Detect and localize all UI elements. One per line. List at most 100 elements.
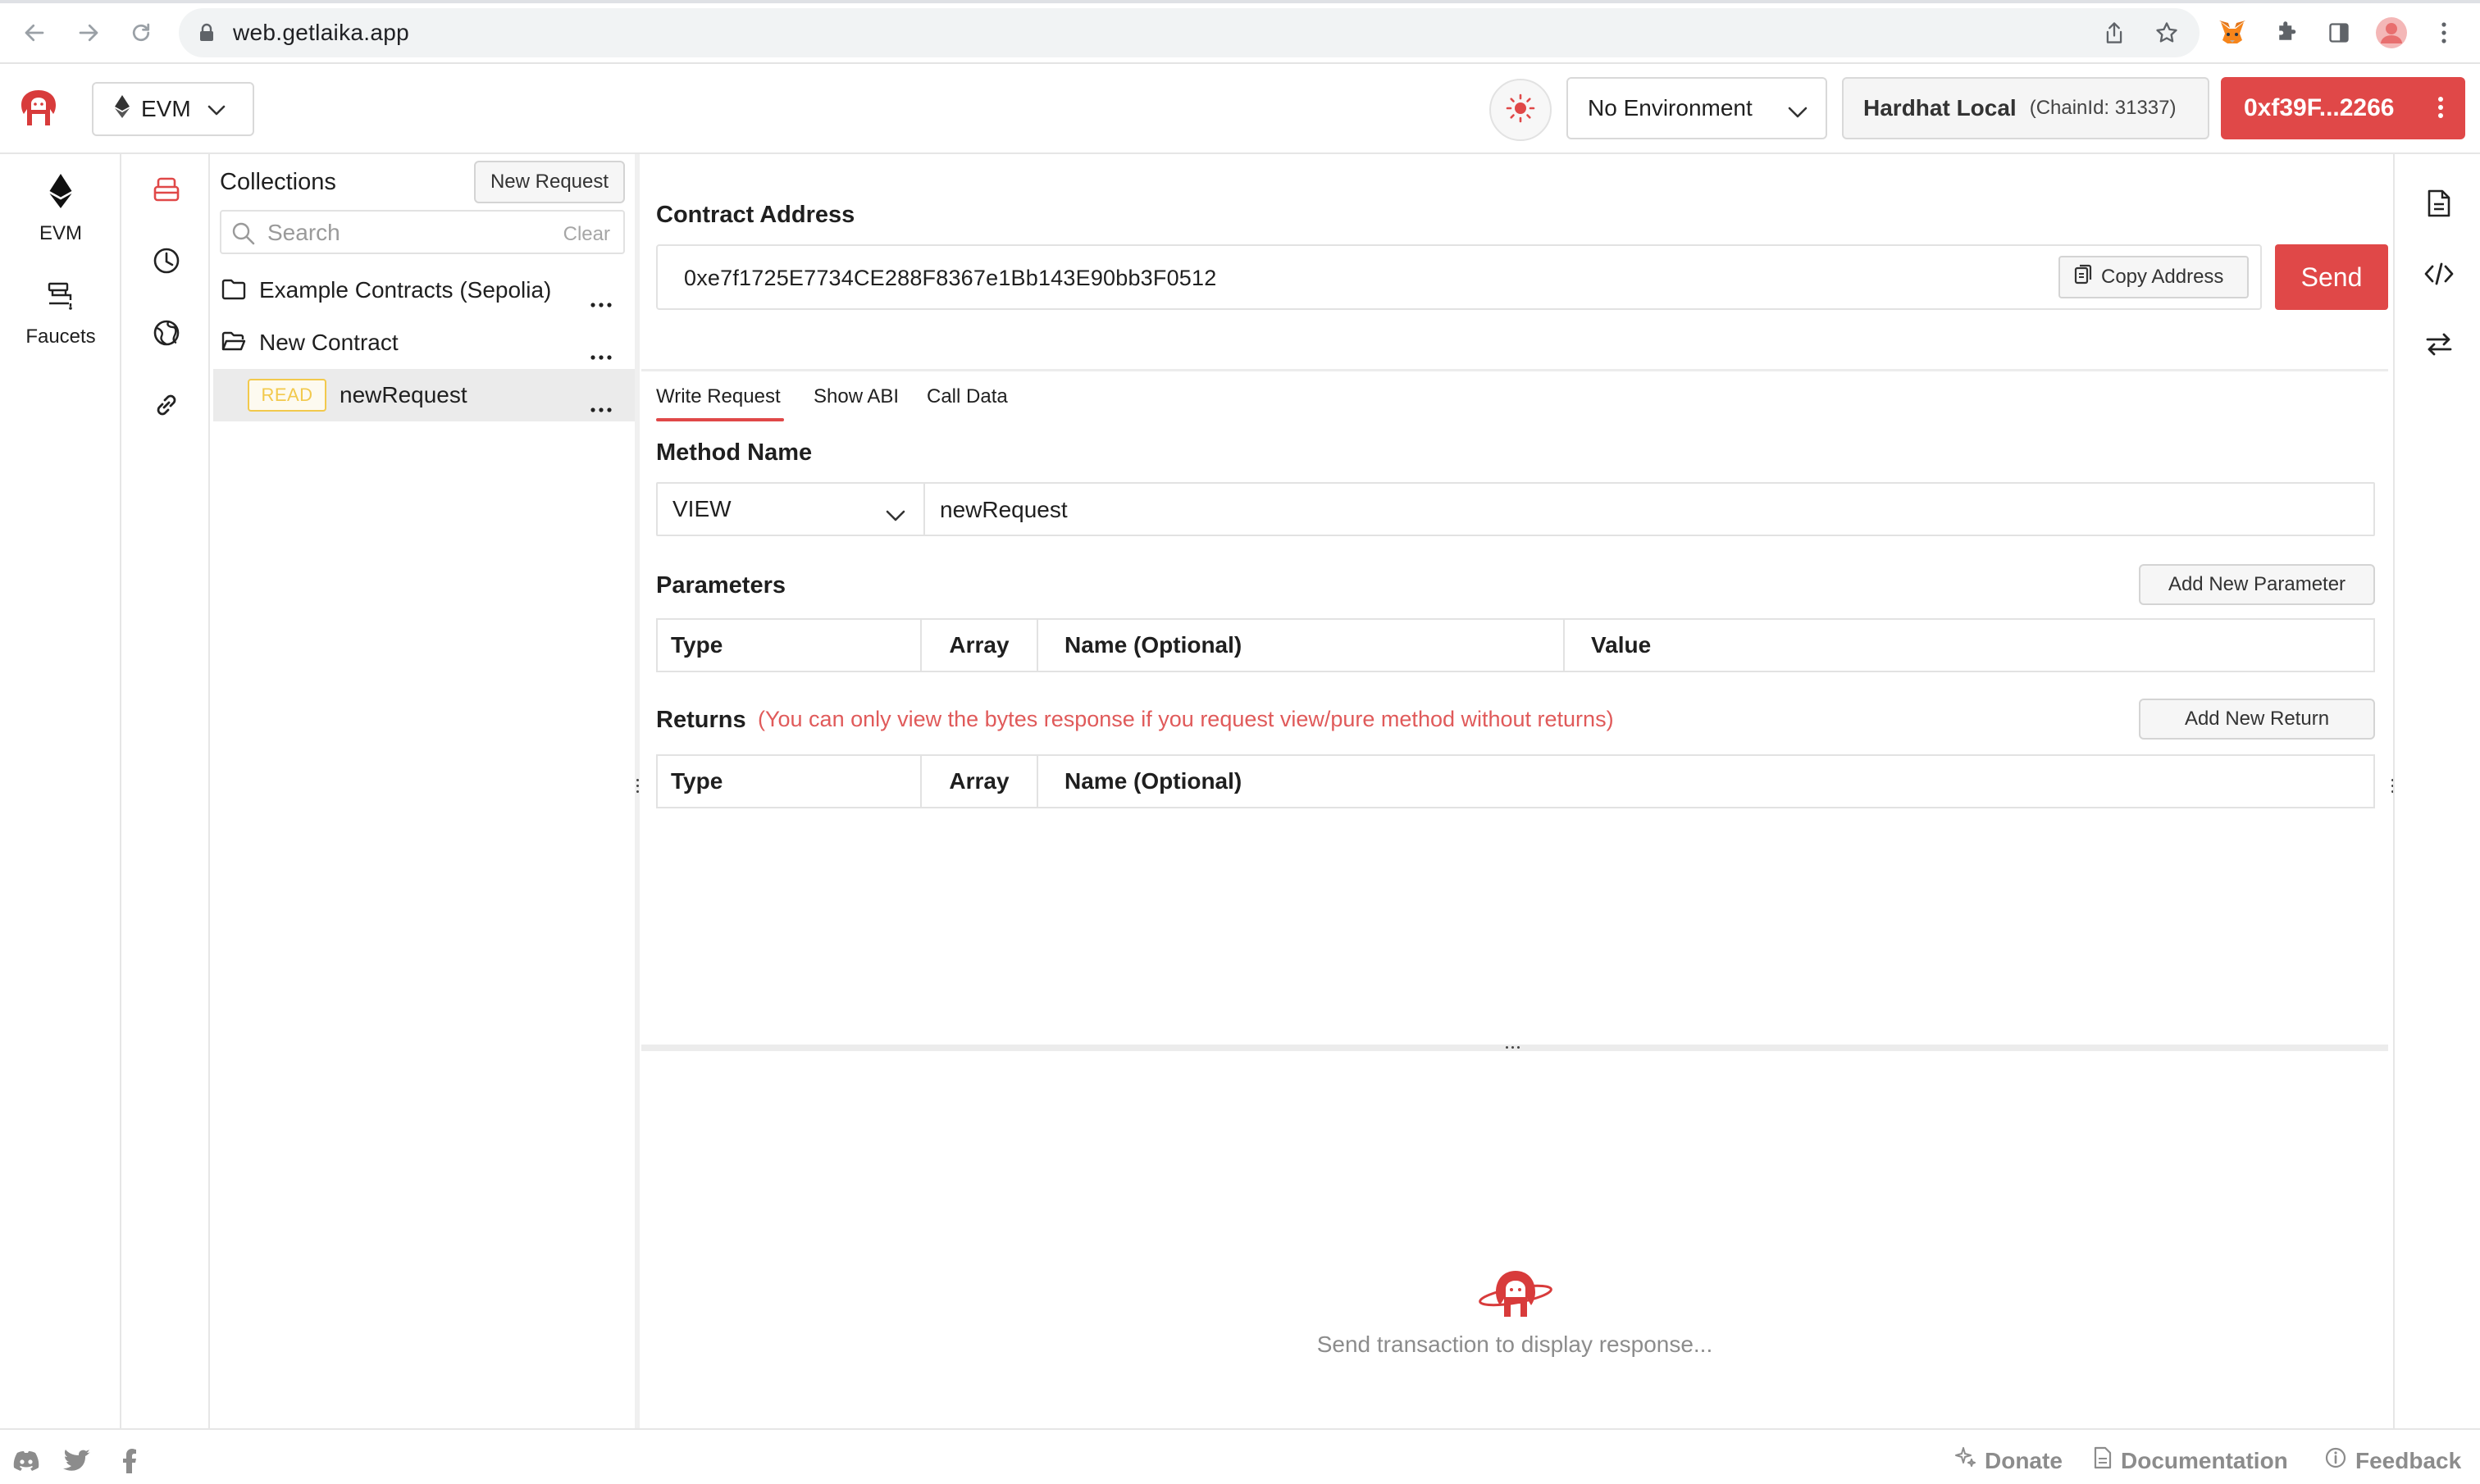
chain-selector[interactable]: EVM	[92, 82, 254, 136]
chevron-down-icon	[886, 502, 905, 528]
ethereum-icon	[0, 174, 121, 214]
drag-handle-icon[interactable]	[1506, 1046, 1520, 1049]
sidebar-item-evm[interactable]: EVM	[0, 174, 121, 245]
tab-call-data[interactable]: Call Data	[927, 385, 1008, 408]
browser-menu-icon[interactable]	[2426, 15, 2462, 51]
collection-item-example-contracts[interactable]: Example Contracts (Sepolia)	[213, 264, 635, 315]
tab-show-abi[interactable]: Show ABI	[814, 385, 899, 408]
code-icon[interactable]	[2423, 257, 2455, 290]
profile-avatar-icon[interactable]	[2373, 15, 2409, 51]
environment-label: No Environment	[1588, 95, 1753, 121]
browser-tab-strip	[0, 0, 2480, 3]
column-header: Name (Optional)	[1038, 620, 1565, 671]
collection-item-label: New Contract	[259, 330, 399, 355]
more-options-icon[interactable]	[590, 339, 612, 366]
add-parameter-button[interactable]: Add New Parameter	[2139, 564, 2375, 605]
section-divider	[641, 369, 2388, 371]
document-icon[interactable]	[2423, 187, 2455, 220]
add-return-button[interactable]: Add New Return	[2139, 699, 2375, 740]
forward-icon[interactable]	[71, 15, 107, 51]
lock-icon	[198, 23, 215, 47]
returns-note: (You can only view the bytes response if…	[758, 707, 1614, 731]
more-options-icon[interactable]	[590, 287, 612, 313]
chevron-down-icon	[1788, 98, 1808, 125]
documentation-link[interactable]: Documentation	[2093, 1446, 2288, 1475]
sidebar-item-label: Faucets	[25, 325, 96, 348]
discord-icon[interactable]	[11, 1446, 41, 1476]
feedback-link[interactable]: Feedback	[2324, 1446, 2461, 1475]
url-text: web.getlaika.app	[233, 20, 409, 45]
contract-address-label: Contract Address	[656, 202, 855, 228]
reload-icon[interactable]	[123, 15, 159, 51]
doc-icon	[2093, 1446, 2113, 1475]
collections-icon[interactable]	[150, 172, 183, 205]
read-badge: READ	[248, 379, 326, 412]
search-input[interactable]	[267, 218, 546, 248]
returns-table-header: Type Array Name (Optional)	[656, 754, 2375, 808]
environment-selector[interactable]: No Environment	[1566, 77, 1827, 139]
parameters-table-header: Type Array Name (Optional) Value	[656, 618, 2375, 672]
share-icon[interactable]	[2099, 18, 2129, 48]
kebab-menu-icon[interactable]	[2437, 95, 2444, 126]
browser-toolbar: web.getlaika.app	[0, 0, 2480, 64]
side-panel-icon[interactable]	[2321, 15, 2357, 51]
column-header: Name (Optional)	[1064, 768, 1242, 794]
tab-write-request[interactable]: Write Request	[656, 385, 784, 421]
folder-open-icon	[221, 331, 246, 358]
extensions-puzzle-icon[interactable]	[2268, 15, 2304, 51]
collections-panel: Collections New Request Clear Example Co…	[212, 154, 635, 1428]
metamask-fox-icon[interactable]	[2214, 15, 2250, 51]
address-bar[interactable]: web.getlaika.app	[179, 8, 2200, 57]
donate-label: Donate	[1985, 1447, 2063, 1473]
swap-icon[interactable]	[2423, 328, 2455, 361]
more-options-icon[interactable]	[590, 392, 612, 418]
response-placeholder: Send transaction to display response...	[1316, 1332, 1713, 1357]
laika-mascot-icon	[1475, 1263, 1557, 1328]
history-icon[interactable]	[150, 244, 183, 277]
column-header: Array	[922, 620, 1038, 671]
copy-address-label: Copy Address	[2101, 266, 2224, 288]
facebook-icon[interactable]	[115, 1446, 144, 1476]
column-header: Type	[658, 620, 922, 671]
chain-selector-label: EVM	[141, 96, 191, 121]
sidebar-item-faucets[interactable]: Faucets	[0, 279, 121, 348]
method-type-select[interactable]: VIEW	[658, 484, 925, 535]
network-button[interactable]: Hardhat Local (ChainId: 31337)	[1842, 77, 2209, 139]
link-icon[interactable]	[150, 389, 183, 421]
clear-search-button[interactable]: Clear	[563, 223, 610, 246]
secondary-sidebar	[123, 154, 210, 1428]
new-request-button[interactable]: New Request	[474, 161, 625, 203]
contract-address-value[interactable]: 0xe7f1725E7734CE288F8367e1Bb143E90bb3F05…	[684, 266, 1216, 291]
drag-handle-icon[interactable]	[635, 779, 640, 793]
collection-item-new-contract[interactable]: New Contract	[213, 316, 635, 367]
footer: Donate Documentation Feedback	[0, 1428, 2480, 1484]
column-header: Array	[922, 756, 1038, 807]
method-name-input[interactable]: newRequest	[940, 497, 1068, 523]
ethereum-icon	[115, 94, 130, 124]
network-chain-id: (ChainId: 31337)	[2029, 97, 2177, 119]
bookmark-star-icon[interactable]	[2152, 18, 2181, 48]
copy-address-button[interactable]: Copy Address	[2058, 256, 2249, 298]
request-item-label: newRequest	[340, 382, 467, 407]
chevron-down-icon	[207, 96, 226, 122]
account-button[interactable]: 0xf39F...2266	[2221, 77, 2465, 139]
send-button[interactable]: Send	[2275, 244, 2388, 310]
response-panel: Send transaction to display response...	[641, 1051, 2388, 1428]
column-header: Type	[658, 756, 922, 807]
globe-icon[interactable]	[150, 316, 183, 349]
sidebar-item-label: EVM	[39, 222, 82, 244]
search-box: Clear	[220, 210, 625, 254]
donate-link[interactable]: Donate	[1953, 1446, 2063, 1475]
request-item-newrequest[interactable]: READ newRequest	[213, 369, 635, 421]
laika-logo-icon[interactable]	[15, 87, 62, 134]
sun-icon	[1506, 93, 1535, 127]
back-icon[interactable]	[16, 15, 52, 51]
method-row: VIEW newRequest	[656, 482, 2375, 536]
folder-icon	[221, 279, 246, 306]
contract-address-field[interactable]: 0xe7f1725E7734CE288F8367e1Bb143E90bb3F05…	[656, 244, 2262, 310]
theme-toggle-button[interactable]	[1489, 79, 1552, 141]
info-icon	[2324, 1446, 2347, 1475]
copy-icon	[2073, 264, 2093, 291]
method-type-value: VIEW	[672, 496, 732, 521]
twitter-icon[interactable]	[62, 1446, 92, 1476]
